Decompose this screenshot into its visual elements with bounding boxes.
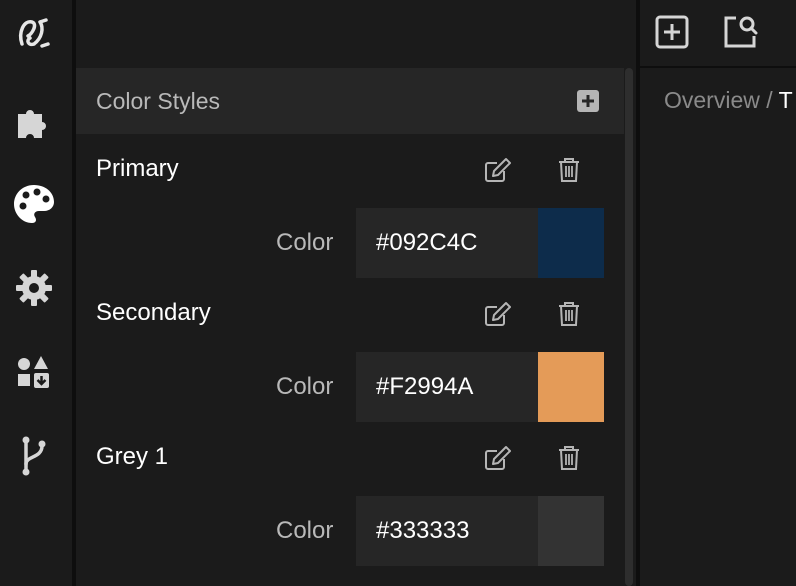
breadcrumb: Overview / T xyxy=(664,80,793,120)
hex-input[interactable]: #F2994A xyxy=(356,352,538,422)
plugins-icon[interactable] xyxy=(12,98,56,142)
edit-icon xyxy=(485,446,511,470)
delete-style-button[interactable] xyxy=(556,300,582,328)
hex-input[interactable]: #333333 xyxy=(356,496,538,566)
add-page-button[interactable] xyxy=(654,14,690,50)
hex-input[interactable]: #092C4C xyxy=(356,208,538,278)
color-style-item: Grey 1 Color #333333 xyxy=(76,422,624,566)
components-icon[interactable] xyxy=(12,350,56,394)
gear-icon[interactable] xyxy=(12,266,56,310)
toolbar-divider xyxy=(640,66,796,68)
page-area: Overview / T xyxy=(640,0,796,586)
edit-icon xyxy=(485,302,511,326)
breadcrumb-separator: / xyxy=(759,87,779,113)
style-name: Primary xyxy=(96,155,179,182)
app-sidebar xyxy=(0,0,72,586)
color-swatch[interactable] xyxy=(538,208,604,278)
style-name: Grey 1 xyxy=(96,443,169,470)
style-name: Secondary xyxy=(96,299,211,326)
panel-title: Color Styles xyxy=(96,88,220,114)
palette-icon[interactable] xyxy=(12,182,56,226)
edit-icon xyxy=(485,158,511,182)
panel-header: Color Styles xyxy=(76,68,624,134)
add-color-style-button[interactable] xyxy=(576,89,600,113)
delete-style-button[interactable] xyxy=(556,156,582,184)
plus-square-icon xyxy=(577,90,599,112)
color-style-item: Primary Color #092C4C xyxy=(76,134,624,278)
color-label: Color xyxy=(276,517,334,544)
color-label: Color xyxy=(276,229,334,256)
edit-style-button[interactable] xyxy=(484,444,512,472)
panel-scrollbar[interactable] xyxy=(624,68,634,586)
breadcrumb-current: T xyxy=(778,87,793,113)
git-branch-icon[interactable] xyxy=(12,434,56,478)
edit-style-button[interactable] xyxy=(484,300,512,328)
search-page-icon xyxy=(724,16,758,48)
trash-icon xyxy=(559,158,579,182)
add-page-icon xyxy=(655,15,689,49)
color-swatch[interactable] xyxy=(538,496,604,566)
edit-style-button[interactable] xyxy=(484,156,512,184)
trash-icon xyxy=(559,302,579,326)
delete-style-button[interactable] xyxy=(556,444,582,472)
page-toolbar xyxy=(640,0,796,66)
breadcrumb-root[interactable]: Overview xyxy=(664,87,760,113)
color-swatch[interactable] xyxy=(538,352,604,422)
color-styles-panel: Color Styles Primary Color #092C4C Secon… xyxy=(76,0,636,586)
search-page-button[interactable] xyxy=(722,14,758,50)
color-style-item: Secondary Color #F2994A xyxy=(76,278,624,422)
trash-icon xyxy=(559,446,579,470)
logo-icon[interactable] xyxy=(12,12,56,56)
scrollbar-thumb[interactable] xyxy=(625,68,633,586)
color-label: Color xyxy=(276,373,334,400)
